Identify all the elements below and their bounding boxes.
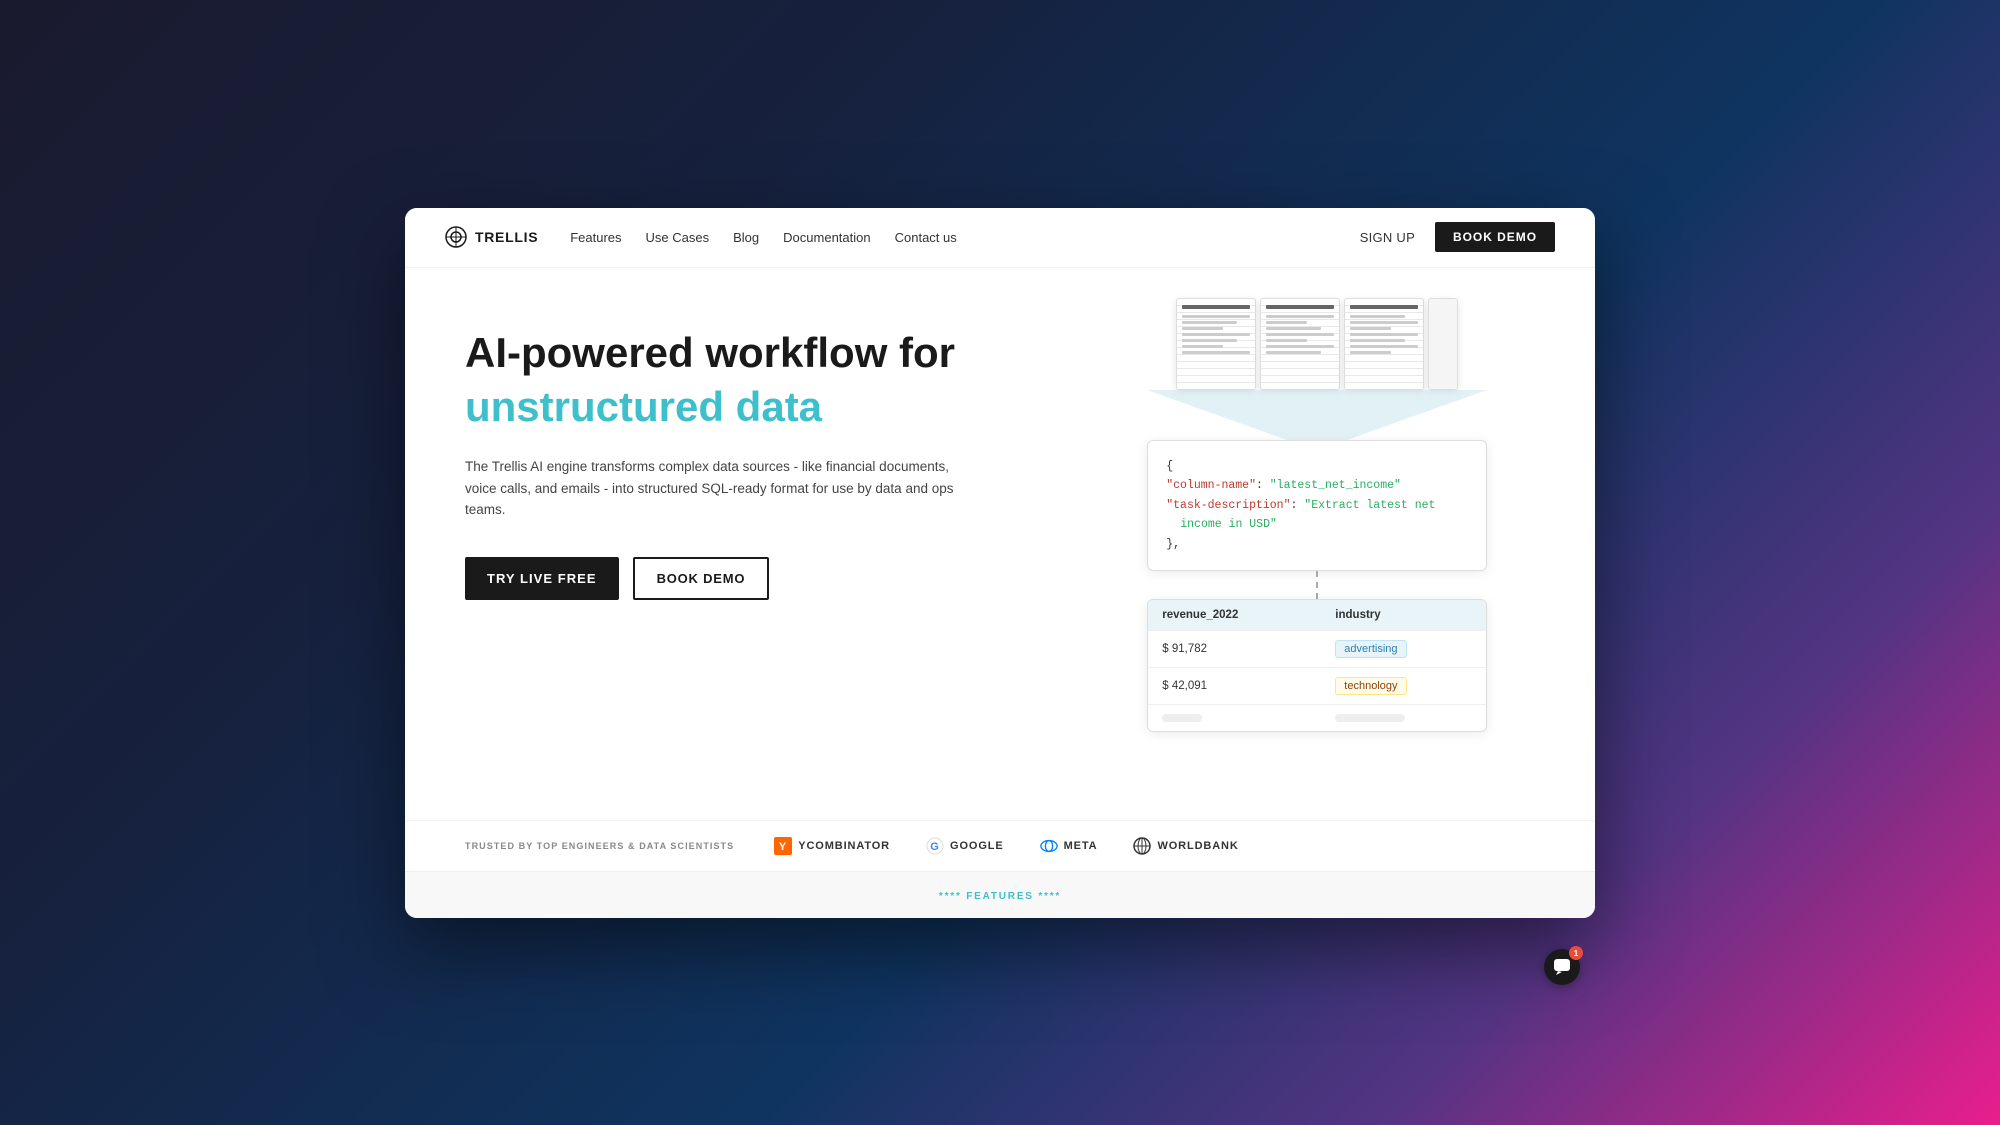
hero-visual: { "column-name": "latest_net_income" "ta… [1147, 298, 1487, 733]
trusted-bar: TRUSTED BY TOP ENGINEERS & DATA SCIENTIS… [405, 820, 1595, 871]
hero-description: The Trellis AI engine transforms complex… [465, 456, 965, 521]
browser-window: TRELLIS Features Use Cases Blog Document… [405, 208, 1595, 918]
trusted-label: TRUSTED BY TOP ENGINEERS & DATA SCIENTIS… [465, 841, 734, 851]
nav-link-contact[interactable]: Contact us [895, 230, 957, 245]
document-cards [1147, 298, 1487, 390]
hero-left: AI-powered workflow for unstructured dat… [405, 268, 1060, 820]
doc-card-2 [1260, 298, 1340, 390]
nav-links: Features Use Cases Blog Documentation Co… [570, 230, 957, 245]
funnel-connector [1147, 390, 1487, 440]
cell-industry-1: advertising [1321, 631, 1486, 668]
brand-worldbank: WORLDBANK [1133, 837, 1238, 855]
cell-revenue-1: $ 91,782 [1148, 631, 1321, 668]
book-demo-button[interactable]: BOOK DEMO [633, 557, 770, 600]
placeholder-bar-2 [1335, 714, 1405, 722]
json-row-2b: income in USD" [1166, 515, 1468, 535]
doc-card-3 [1344, 298, 1424, 390]
trellis-logo-icon [445, 226, 467, 248]
placeholder-cell-2 [1321, 705, 1486, 732]
cell-revenue-2: $ 42,091 [1148, 668, 1321, 705]
data-table-container: revenue_2022 industry $ 91,782 advertisi… [1147, 599, 1487, 732]
placeholder-bar-1 [1162, 714, 1202, 722]
navbar: TRELLIS Features Use Cases Blog Document… [405, 208, 1595, 268]
hero-title-line1: AI-powered workflow for [465, 328, 1020, 378]
chat-badge: 1 [1569, 946, 1583, 960]
brand-ycombinator: Y YCOMBINATOR [774, 837, 890, 855]
google-icon: G [926, 837, 944, 855]
brand-meta: META [1040, 837, 1098, 855]
json-box: { "column-name": "latest_net_income" "ta… [1147, 440, 1487, 572]
logo-area[interactable]: TRELLIS [445, 226, 538, 248]
table-row: $ 42,091 technology [1148, 668, 1486, 705]
json-brace-open: { [1166, 457, 1468, 477]
table-row: $ 91,782 advertising [1148, 631, 1486, 668]
funnel-svg [1147, 390, 1487, 440]
dotted-connector-line [1316, 571, 1318, 599]
nav-link-use-cases[interactable]: Use Cases [646, 230, 710, 245]
svg-text:G: G [930, 841, 939, 853]
chat-icon [1553, 958, 1571, 976]
data-table: revenue_2022 industry $ 91,782 advertisi… [1148, 600, 1486, 731]
sign-up-link[interactable]: SIGN UP [1360, 230, 1415, 245]
worldbank-icon [1133, 837, 1151, 855]
nav-link-features[interactable]: Features [570, 230, 621, 245]
chat-widget[interactable]: 1 [1544, 949, 1580, 985]
meta-label: META [1064, 840, 1098, 852]
col-header-revenue: revenue_2022 [1148, 600, 1321, 631]
brand-google: G GOOGLE [926, 837, 1004, 855]
features-footer: **** FEATURES **** [405, 871, 1595, 918]
badge-technology: technology [1335, 677, 1406, 695]
nav-link-blog[interactable]: Blog [733, 230, 759, 245]
hero-right: { "column-name": "latest_net_income" "ta… [1060, 268, 1596, 820]
try-live-button[interactable]: TRY LIVE FREE [465, 557, 619, 600]
json-row-2: "task-description": "Extract latest net [1166, 496, 1468, 516]
placeholder-cell-1 [1148, 705, 1321, 732]
ycombinator-icon: Y [774, 837, 792, 855]
nav-right: SIGN UP BOOK DEMO [1360, 222, 1555, 252]
hero-buttons: TRY LIVE FREE BOOK DEMO [465, 557, 1020, 600]
col-header-industry: industry [1321, 600, 1486, 631]
nav-link-documentation[interactable]: Documentation [783, 230, 870, 245]
badge-advertising: advertising [1335, 640, 1406, 658]
doc-card-4 [1428, 298, 1458, 390]
table-placeholder-row [1148, 705, 1486, 732]
worldbank-label: WORLDBANK [1157, 840, 1238, 852]
logo-text: TRELLIS [475, 229, 538, 245]
book-demo-nav-button[interactable]: BOOK DEMO [1435, 222, 1555, 252]
table-header: revenue_2022 industry [1148, 600, 1486, 631]
google-label: GOOGLE [950, 840, 1004, 852]
json-brace-close: }, [1166, 535, 1468, 555]
trusted-logos: Y YCOMBINATOR G GOOGLE [774, 837, 1238, 855]
meta-icon [1040, 837, 1058, 855]
svg-text:Y: Y [779, 841, 787, 853]
ycombinator-label: YCOMBINATOR [798, 840, 890, 852]
main-content: AI-powered workflow for unstructured dat… [405, 268, 1595, 820]
doc-card-1 [1176, 298, 1256, 390]
hero-title-line2: unstructured data [465, 382, 1020, 432]
json-row-1: "column-name": "latest_net_income" [1166, 476, 1468, 496]
nav-left: TRELLIS Features Use Cases Blog Document… [445, 226, 957, 248]
cell-industry-2: technology [1321, 668, 1486, 705]
features-text: **** FEATURES **** [939, 891, 1061, 902]
table-body: $ 91,782 advertising $ 42,091 technology [1148, 631, 1486, 732]
